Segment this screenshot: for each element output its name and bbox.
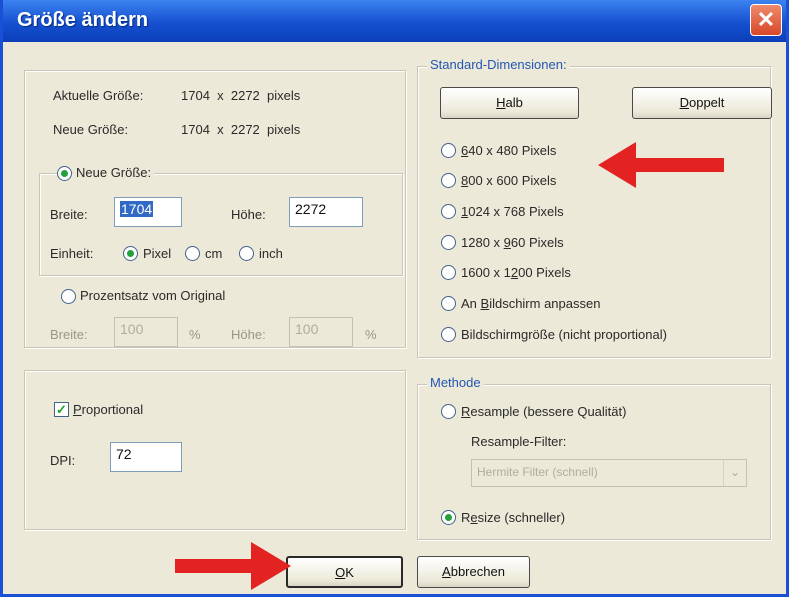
dim-1600-label[interactable]: 1600 x 1200 Pixels [461, 265, 571, 280]
standard-dimensions-legend: Standard-Dimensionen: [427, 57, 570, 72]
dim-800-label[interactable]: 800 x 600 Pixels [461, 173, 556, 188]
fit-screen-label[interactable]: An Bildschirm anpassen [461, 296, 600, 311]
dim-1600-radio[interactable] [441, 265, 456, 280]
height-input[interactable]: 2272 [289, 197, 363, 227]
width-label: Breite: [50, 207, 88, 222]
dim-1280-radio[interactable] [441, 235, 456, 250]
percent-label[interactable]: Prozentsatz vom Original [80, 288, 225, 303]
resize-label[interactable]: Resize (schneller) [461, 510, 565, 525]
percent-height-input[interactable]: 100 [289, 317, 353, 347]
resample-label[interactable]: Resample (bessere Qualität) [461, 404, 626, 419]
new-size-radio[interactable] [57, 166, 72, 181]
percent-height-unit: % [365, 327, 377, 342]
dpi-input[interactable]: 72 [110, 442, 182, 472]
proportional-label[interactable]: Proportional [73, 402, 143, 417]
percent-height-label: Höhe: [231, 327, 266, 342]
dim-1024-label[interactable]: 1024 x 768 Pixels [461, 204, 564, 219]
screen-size-radio[interactable] [441, 327, 456, 342]
resample-filter-label: Resample-Filter: [471, 434, 567, 449]
new-size-label: Neue Größe: [53, 122, 129, 137]
fit-screen-radio[interactable] [441, 296, 456, 311]
dim-1280-label[interactable]: 1280 x 960 Pixels [461, 235, 564, 250]
unit-pixel-label[interactable]: Pixel [143, 246, 171, 261]
dim-1024-radio[interactable] [441, 204, 456, 219]
chevron-down-icon: ⌄ [723, 460, 746, 486]
dim-800-radio[interactable] [441, 173, 456, 188]
unit-cm-label[interactable]: cm [205, 246, 222, 261]
resample-filter-select[interactable]: Hermite Filter (schnell) ⌄ [471, 459, 747, 487]
percent-radio[interactable] [61, 289, 76, 304]
double-button[interactable]: Doppelt [632, 87, 772, 119]
width-input[interactable]: 1704 [114, 197, 182, 227]
resize-dialog: Größe ändern ✕ Aktuelle Größe: 1704 x 22… [0, 0, 789, 597]
unit-pixel-radio[interactable] [123, 246, 138, 261]
unit-inch-radio[interactable] [239, 246, 254, 261]
dim-640-radio[interactable] [441, 143, 456, 158]
proportional-panel [24, 370, 406, 530]
dpi-label: DPI: [50, 453, 76, 468]
unit-cm-radio[interactable] [185, 246, 200, 261]
proportional-checkbox[interactable]: ✓ [54, 402, 69, 417]
half-button[interactable]: Halb [440, 87, 579, 119]
cancel-button[interactable]: Abbrechen [417, 556, 530, 588]
dialog-title: Größe ändern [17, 9, 149, 31]
title-bar: Größe ändern ✕ [3, 0, 786, 42]
resample-radio[interactable] [441, 404, 456, 419]
resize-radio[interactable] [441, 510, 456, 525]
height-label: Höhe: [231, 207, 266, 222]
arrow-icon [598, 142, 724, 188]
percent-width-input[interactable]: 100 [114, 317, 178, 347]
new-size-value: 1704 x 2272 pixels [181, 122, 301, 137]
screen-size-label[interactable]: Bildschirmgröße (nicht proportional) [461, 327, 667, 342]
ok-button[interactable]: OK [286, 556, 403, 588]
percent-width-label: Breite: [50, 327, 88, 342]
arrow-icon [175, 542, 291, 590]
unit-label: Einheit: [50, 246, 94, 261]
close-icon: ✕ [756, 7, 776, 32]
close-button[interactable]: ✕ [750, 4, 782, 36]
method-legend: Methode [427, 375, 484, 390]
current-size-label: Aktuelle Größe: [53, 88, 144, 103]
check-icon: ✓ [56, 402, 67, 417]
percent-width-unit: % [189, 327, 201, 342]
new-size-option-label[interactable]: Neue Größe: [73, 165, 155, 180]
current-size-value: 1704 x 2272 pixels [181, 88, 301, 103]
unit-inch-label[interactable]: inch [259, 246, 283, 261]
dim-640-label[interactable]: 640 x 480 Pixels [461, 143, 556, 158]
